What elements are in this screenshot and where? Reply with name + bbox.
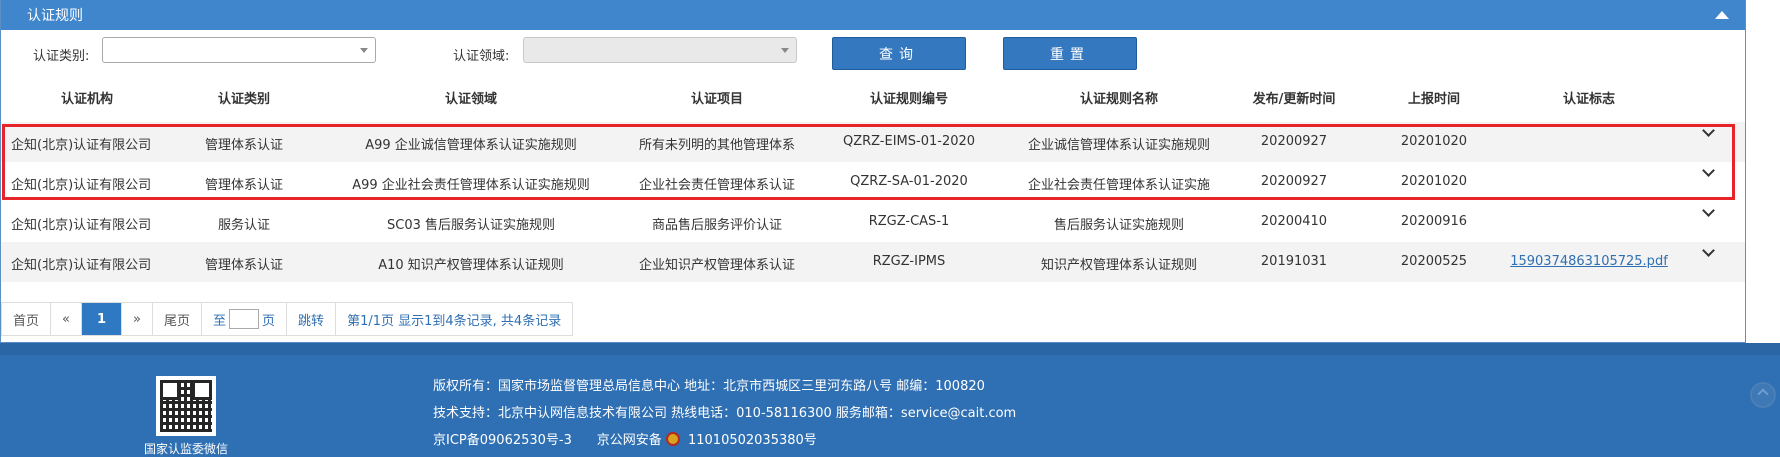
cell-category: 服务认证 (217, 218, 271, 233)
cell-rule-name: 售后服务认证实施规则 (1053, 218, 1185, 233)
chevron-down-icon[interactable] (1702, 204, 1715, 217)
police-badge-icon (665, 432, 680, 446)
cell-project: 所有未列明的其他管理体系 (638, 138, 796, 153)
pagination: 首页 « 1 » 尾页 至 页 跳转 第1/1页 显示1到4条记录, 共4条记录 (1, 302, 574, 336)
col-header: 发布/更新时间 (1252, 92, 1336, 107)
cell-domain: A99 企业社会责任管理体系认证实施规则 (352, 178, 590, 193)
table-row[interactable]: 企知(北京)认证有限公司 管理体系认证 A10 知识产权管理体系认证规则 企业知… (1, 242, 1745, 282)
footer-support: 技术支持：北京中认网信息技术有限公司 热线电话：010-58116300 服务邮… (433, 406, 1017, 421)
cell-category: 管理体系认证 (204, 178, 284, 193)
table-row[interactable]: 企知(北京)认证有限公司 管理体系认证 A99 企业社会责任管理体系认证实施规则… (1, 162, 1745, 202)
cell-rule-no: RZGZ-IPMS (872, 254, 946, 269)
table-row[interactable]: 企知(北京)认证有限公司 管理体系认证 A99 企业诚信管理体系认证实施规则 所… (1, 122, 1745, 162)
to-label: 至 (213, 313, 227, 329)
cell-domain: A99 企业诚信管理体系认证实施规则 (365, 138, 577, 153)
current-page-button[interactable]: 1 (81, 303, 123, 335)
cell-publish-date: 20200927 (1260, 174, 1328, 189)
cell-publish-date: 20200410 (1260, 214, 1328, 229)
jump-button[interactable]: 跳转 (287, 303, 337, 335)
chevron-down-icon[interactable] (1702, 124, 1715, 137)
cell-report-date: 20201020 (1400, 134, 1468, 149)
table-row[interactable]: 企知(北京)认证有限公司 服务认证 SC03 售后服务认证实施规则 商品售后服务… (1, 202, 1745, 242)
cell-domain: SC03 售后服务认证实施规则 (386, 218, 556, 233)
domain-select[interactable] (523, 37, 797, 63)
qr-code-pattern (160, 380, 212, 432)
domain-label: 认证领域: (453, 49, 510, 64)
cell-org: 企知(北京)认证有限公司 (11, 138, 152, 153)
cell-publish-date: 20191031 (1260, 254, 1328, 269)
chevron-down-icon (360, 48, 368, 53)
cell-rule-no: QZRZ-EIMS-01-2020 (842, 134, 976, 149)
footer: 国家认监委微信 版权所有：国家市场监督管理总局信息中心 地址：北京市西城区三里河… (0, 343, 1780, 457)
col-header: 上报时间 (1407, 92, 1461, 107)
cell-project: 商品售后服务评价认证 (651, 218, 783, 233)
chevron-down-icon (781, 48, 789, 53)
chevron-down-icon[interactable] (1702, 164, 1715, 177)
police-label[interactable]: 京公网安备 (597, 433, 662, 448)
rules-panel: 认证规则 认证类别: 认证领域: 查询 重置 认证机构 认证类别 认证领域 认证… (0, 0, 1746, 343)
cell-org: 企知(北京)认证有限公司 (11, 218, 152, 233)
chevron-down-icon[interactable] (1702, 244, 1715, 257)
reset-button[interactable]: 重置 (1003, 37, 1137, 70)
page-summary: 第1/1页 显示1到4条记录, 共4条记录 (347, 313, 562, 329)
footer-copyright: 版权所有：国家市场监督管理总局信息中心 地址：北京市西城区三里河东路八号 邮编：… (433, 379, 985, 394)
cell-report-date: 20201020 (1400, 174, 1468, 189)
last-page-button[interactable]: 尾页 (153, 303, 203, 335)
police-number[interactable]: 11010502035380号 (688, 433, 817, 448)
cell-rule-name: 企业诚信管理体系认证实施规则 (1027, 138, 1211, 153)
col-header: 认证标志 (1562, 92, 1616, 107)
category-select[interactable] (102, 37, 376, 63)
cell-rule-no: QZRZ-SA-01-2020 (850, 174, 968, 189)
first-page-button[interactable]: 首页 (2, 303, 52, 335)
qr-caption: 国家认监委微信 (144, 442, 229, 456)
category-label: 认证类别: (33, 49, 90, 64)
collapse-up-icon[interactable] (1715, 11, 1729, 19)
filter-row: 认证类别: 认证领域: 查询 重置 (1, 37, 1745, 70)
cell-domain: A10 知识产权管理体系认证规则 (378, 258, 564, 273)
cell-rule-no: RZGZ-CAS-1 (868, 214, 950, 229)
col-header: 认证领域 (444, 92, 498, 107)
search-button[interactable]: 查询 (832, 37, 966, 70)
cert-mark-file-link[interactable]: 1590374863105725.pdf (1510, 254, 1668, 269)
panel-title: 认证规则 (27, 8, 83, 24)
cell-rule-name: 知识产权管理体系认证规则 (1040, 258, 1198, 273)
cell-category: 管理体系认证 (204, 138, 284, 153)
cell-report-date: 20200916 (1400, 214, 1468, 229)
prev-page-button[interactable]: « (51, 303, 82, 335)
cell-org: 企知(北京)认证有限公司 (11, 178, 152, 193)
page-number-input[interactable] (229, 309, 260, 329)
col-header: 认证类别 (217, 92, 271, 107)
cell-rule-name: 企业社会责任管理体系认证实施 (1027, 178, 1211, 193)
cell-project: 企业社会责任管理体系认证 (638, 178, 796, 193)
footer-divider (0, 343, 1780, 355)
cell-project: 企业知识产权管理体系认证 (638, 258, 796, 273)
col-header: 认证机构 (60, 92, 114, 107)
qr-code (156, 376, 216, 436)
page-unit-label: 页 (262, 313, 276, 329)
cell-report-date: 20200525 (1400, 254, 1468, 269)
next-page-button[interactable]: » (122, 303, 153, 335)
cell-publish-date: 20200927 (1260, 134, 1328, 149)
back-to-top-icon[interactable] (1750, 382, 1776, 408)
footer-icp-line: 京ICP备09062530号-3 京公网安备 11010502035380号 (433, 429, 817, 448)
cell-org: 企知(北京)认证有限公司 (11, 258, 152, 273)
panel-header: 认证规则 (1, 0, 1745, 30)
icp-link[interactable]: 京ICP备09062530号-3 (433, 433, 572, 448)
col-header: 认证规则名称 (1079, 92, 1159, 107)
col-header: 认证项目 (690, 92, 744, 107)
col-header: 认证规则编号 (869, 92, 949, 107)
page-jump-group: 至 页 (202, 303, 288, 335)
table-header: 认证机构 认证类别 认证领域 认证项目 认证规则编号 认证规则名称 发布/更新时… (1, 88, 1745, 116)
cell-category: 管理体系认证 (204, 258, 284, 273)
